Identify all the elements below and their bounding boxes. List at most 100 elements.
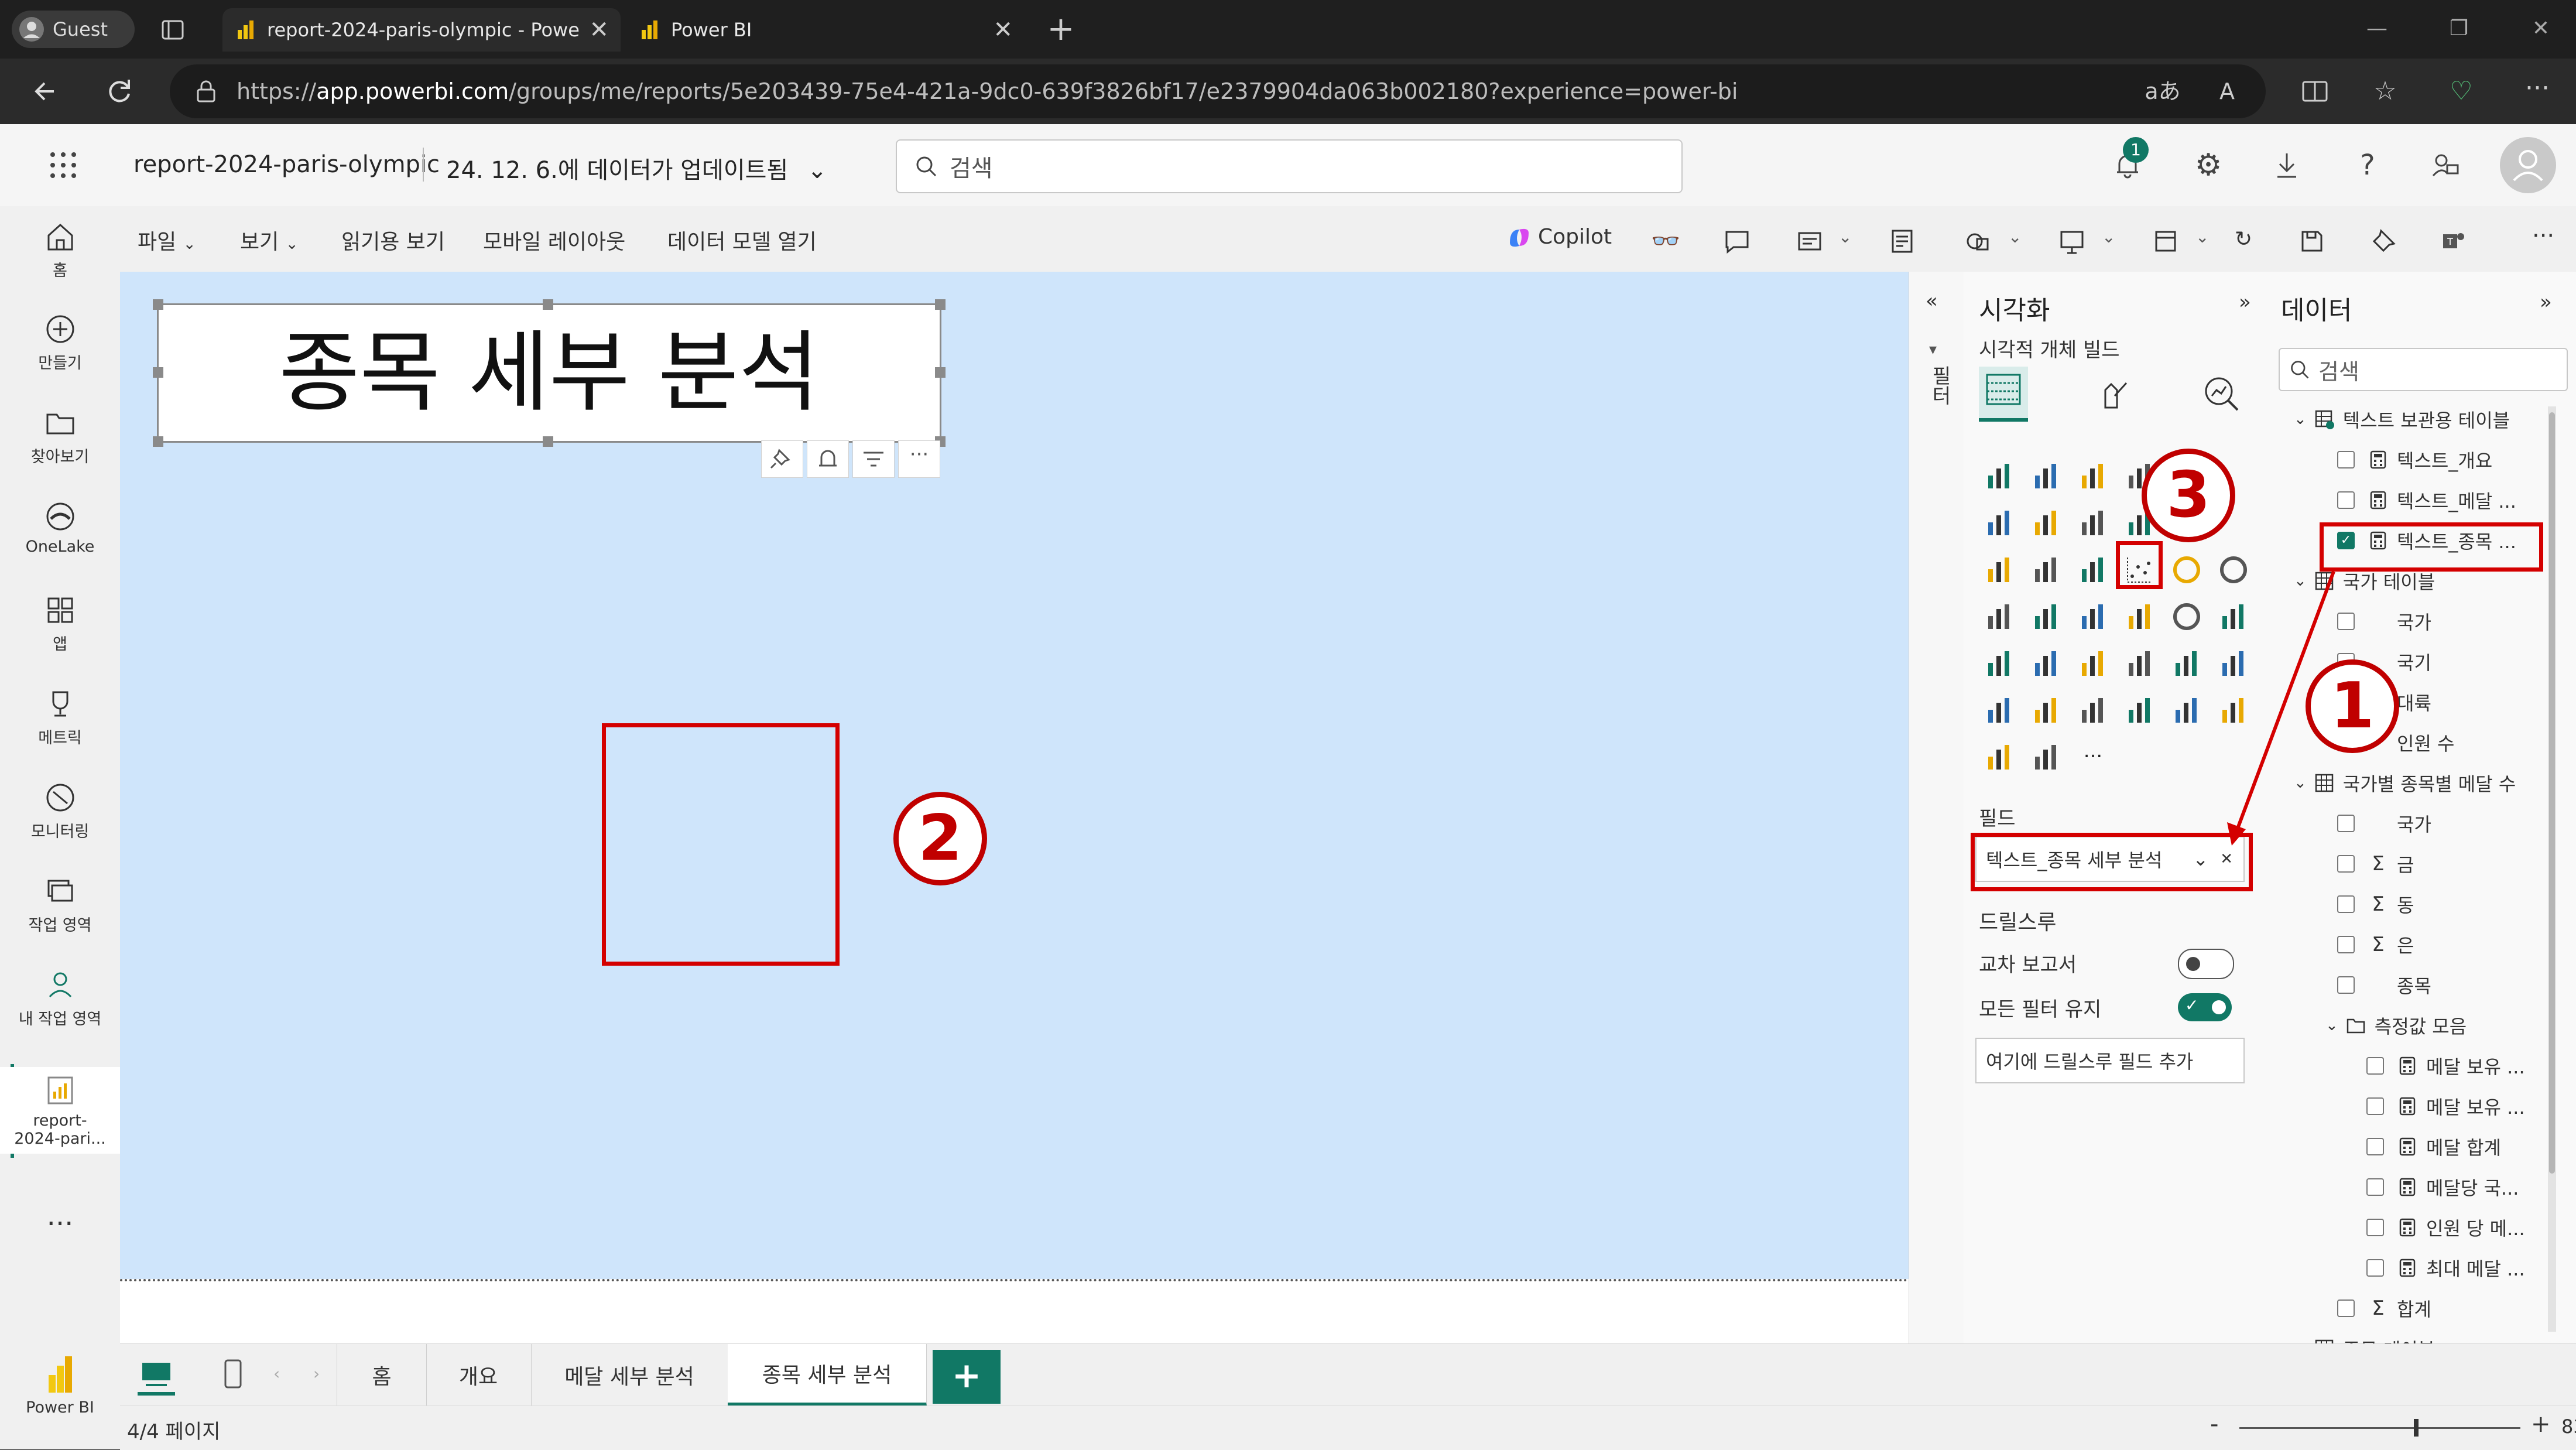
- feedback-icon[interactable]: [2428, 148, 2464, 183]
- chevron-visual-icon[interactable]: [2028, 739, 2064, 775]
- nav-powerbi[interactable]: Power BI: [0, 1354, 120, 1417]
- report-name[interactable]: report-2024-paris-olympic: [133, 151, 440, 178]
- map-icon[interactable]: [2028, 599, 2064, 635]
- restore-icon[interactable]: ❐: [2441, 13, 2476, 45]
- close-window-icon[interactable]: ✕: [2523, 13, 2558, 45]
- chevron-down-icon[interactable]: ⌄: [2102, 227, 2130, 255]
- resize-handle[interactable]: [153, 299, 163, 310]
- data-pane-scrollbar[interactable]: [2548, 406, 2556, 1332]
- table-icon[interactable]: [2122, 645, 2158, 682]
- field-checkbox[interactable]: [2366, 1219, 2384, 1236]
- stacked-column-icon[interactable]: [2028, 458, 2064, 494]
- help-icon[interactable]: ?: [2350, 148, 2385, 183]
- nav-current-report[interactable]: report- 2024-pari...: [0, 1067, 120, 1154]
- reading-view-button[interactable]: 읽기용 보기: [341, 225, 445, 255]
- field-checkbox[interactable]: [2366, 1178, 2384, 1196]
- resize-handle[interactable]: [935, 367, 946, 378]
- paginated-report-icon[interactable]: [2075, 692, 2111, 729]
- copilot-button[interactable]: Copilot: [1506, 225, 1612, 251]
- nav-onelake[interactable]: OneLake: [0, 499, 120, 556]
- present-icon[interactable]: [2058, 227, 2086, 255]
- data-field-item[interactable]: Σ은: [2337, 927, 2414, 962]
- report-visual-icon[interactable]: [2169, 692, 2205, 729]
- funnel-icon[interactable]: [2028, 552, 2064, 588]
- data-field-item[interactable]: Σ동: [2337, 887, 2414, 922]
- qa-visual-icon[interactable]: [2028, 692, 2064, 729]
- browser-menu-icon[interactable]: ···: [2517, 71, 2557, 111]
- data-field-item[interactable]: Σ 합계: [2337, 1291, 2431, 1326]
- field-checkbox[interactable]: [2337, 895, 2355, 913]
- stacked-area-icon[interactable]: [2075, 505, 2111, 541]
- power-automate-icon[interactable]: [1981, 739, 2017, 775]
- read-aloud-icon[interactable]: A: [2207, 71, 2247, 111]
- add-drillthrough-field-well[interactable]: 여기에 드릴스루 필드 추가: [1975, 1038, 2245, 1083]
- zoom-in-button[interactable]: +: [2531, 1411, 2551, 1438]
- data-field-item[interactable]: 국가: [2337, 604, 2431, 639]
- nav-workspaces[interactable]: 작업 영역: [0, 874, 120, 935]
- data-field-item[interactable]: 메달당 국...: [2366, 1169, 2519, 1205]
- field-checkbox[interactable]: [2337, 976, 2355, 994]
- favorites-icon[interactable]: ☆: [2365, 71, 2405, 111]
- visual-more-icon[interactable]: ···: [898, 440, 940, 478]
- data-field-item[interactable]: 메달 보유 ...: [2366, 1048, 2525, 1083]
- pie-chart-icon[interactable]: [2169, 552, 2205, 588]
- data-field-item[interactable]: 텍스트_개요: [2337, 442, 2492, 477]
- multi-card-icon[interactable]: [1981, 645, 2017, 682]
- translate-icon[interactable]: aあ: [2143, 71, 2183, 111]
- account-avatar[interactable]: [2500, 137, 2556, 193]
- browser-essentials-icon[interactable]: ♡: [2441, 71, 2481, 111]
- close-icon[interactable]: ✕: [589, 16, 609, 43]
- page-tab-overview[interactable]: 개요: [426, 1344, 532, 1406]
- data-search-input[interactable]: 검색: [2279, 348, 2568, 391]
- save-icon[interactable]: [2298, 227, 2326, 255]
- metrics-trophy-icon[interactable]: [2122, 692, 2158, 729]
- decomposition-tree-icon[interactable]: [1981, 692, 2017, 729]
- split-screen-icon[interactable]: [2295, 71, 2335, 111]
- filters-pane-collapsed[interactable]: « ▾ 필터: [1909, 272, 1965, 1343]
- gauge-icon[interactable]: [2169, 599, 2205, 635]
- resize-handle[interactable]: [153, 367, 163, 378]
- nav-my-workspace[interactable]: 내 작업 영역: [0, 967, 120, 1029]
- chevron-down-icon[interactable]: ⌄: [2195, 227, 2224, 255]
- refresh-icon[interactable]: [100, 71, 139, 111]
- nav-metrics[interactable]: 메트릭: [0, 686, 120, 748]
- field-checkbox[interactable]: [2337, 1299, 2355, 1317]
- more-icon[interactable]: ···: [2532, 224, 2560, 255]
- title-textbox-visual[interactable]: 종목 세부 분석: [153, 299, 946, 447]
- tab-actions-icon[interactable]: [158, 15, 187, 45]
- field-checkbox[interactable]: [2366, 1057, 2384, 1075]
- expand-filters-icon[interactable]: «: [1926, 289, 1938, 313]
- zoom-slider-thumb[interactable]: [2414, 1419, 2419, 1437]
- field-checkbox[interactable]: [2366, 1138, 2384, 1155]
- app-launcher-icon[interactable]: [47, 149, 80, 182]
- visual-filter-icon[interactable]: [852, 440, 895, 478]
- slicer-icon[interactable]: [2075, 645, 2111, 682]
- open-data-model-button[interactable]: 데이터 모델 열기: [667, 225, 817, 255]
- file-menu[interactable]: 파일 ⌄: [138, 225, 196, 255]
- field-checkbox[interactable]: [2337, 491, 2355, 509]
- clustered-bar-icon[interactable]: [2075, 458, 2111, 494]
- data-table-node[interactable]: ⌄ 텍스트 보관용 테이블: [2294, 402, 2510, 437]
- mobile-layout-icon[interactable]: [218, 1357, 248, 1392]
- data-field-item[interactable]: 텍스트_메달 ...: [2337, 483, 2516, 518]
- field-checkbox[interactable]: [2337, 855, 2355, 873]
- data-field-item[interactable]: 메달 보유 ...: [2366, 1089, 2525, 1124]
- url-bar[interactable]: https://app.powerbi.com/groups/me/report…: [170, 64, 2266, 118]
- nav-browse[interactable]: 찾아보기: [0, 405, 120, 467]
- close-icon[interactable]: ✕: [993, 16, 1013, 43]
- new-tab-button[interactable]: +: [1042, 11, 1080, 48]
- chevron-down-icon[interactable]: ⌄: [2294, 411, 2307, 428]
- treemap-icon[interactable]: [1981, 599, 2017, 635]
- resize-handle[interactable]: [935, 299, 946, 310]
- nav-home[interactable]: 홈: [0, 219, 120, 281]
- layout-icon[interactable]: [2152, 227, 2180, 255]
- mobile-layout-button[interactable]: 모바일 레이아웃: [483, 225, 625, 255]
- kpi-icon[interactable]: [2028, 645, 2064, 682]
- browser-tab-report[interactable]: report-2024-paris-olympic - Powe ✕: [222, 8, 621, 52]
- comment-icon[interactable]: [1723, 227, 1751, 255]
- data-field-item[interactable]: 인원 당 메...: [2366, 1210, 2525, 1245]
- view-menu[interactable]: 보기 ⌄: [240, 225, 299, 255]
- nav-monitoring[interactable]: 모니터링: [0, 780, 120, 842]
- data-field-item[interactable]: 종목: [2337, 967, 2431, 1003]
- visual-pin-icon[interactable]: [761, 440, 803, 478]
